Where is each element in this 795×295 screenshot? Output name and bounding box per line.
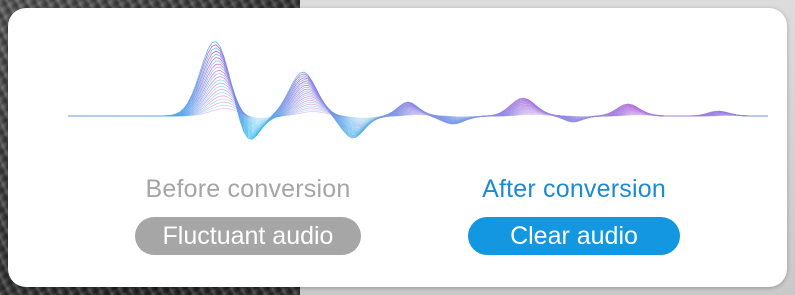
wave-line (68, 57, 768, 135)
wave-line (68, 69, 768, 131)
comparison-card: Before conversion Fluctuant audio After … (8, 8, 787, 287)
wave-line (68, 47, 768, 138)
wave-line (68, 60, 768, 134)
after-caption: After conversion (482, 175, 666, 203)
wave-line (68, 53, 768, 136)
before-caption: Before conversion (145, 175, 351, 203)
wave-line (68, 82, 768, 127)
before-column: Before conversion Fluctuant audio (108, 173, 388, 255)
sound-wave-graphic (68, 41, 768, 140)
wave-line (68, 85, 768, 126)
wave-line (68, 41, 768, 140)
wave-lines (68, 41, 768, 140)
wave-line (68, 66, 768, 132)
fluctuant-audio-badge: Fluctuant audio (134, 217, 362, 255)
wave-line (68, 63, 768, 133)
wave-line (68, 76, 768, 129)
wave-line (68, 79, 768, 128)
wave-line (68, 50, 768, 137)
wave-line (68, 44, 768, 139)
clear-audio-badge: Clear audio (468, 217, 680, 255)
after-column: After conversion Clear audio (448, 173, 700, 255)
wave-line (68, 89, 768, 125)
wave-line (68, 72, 768, 130)
